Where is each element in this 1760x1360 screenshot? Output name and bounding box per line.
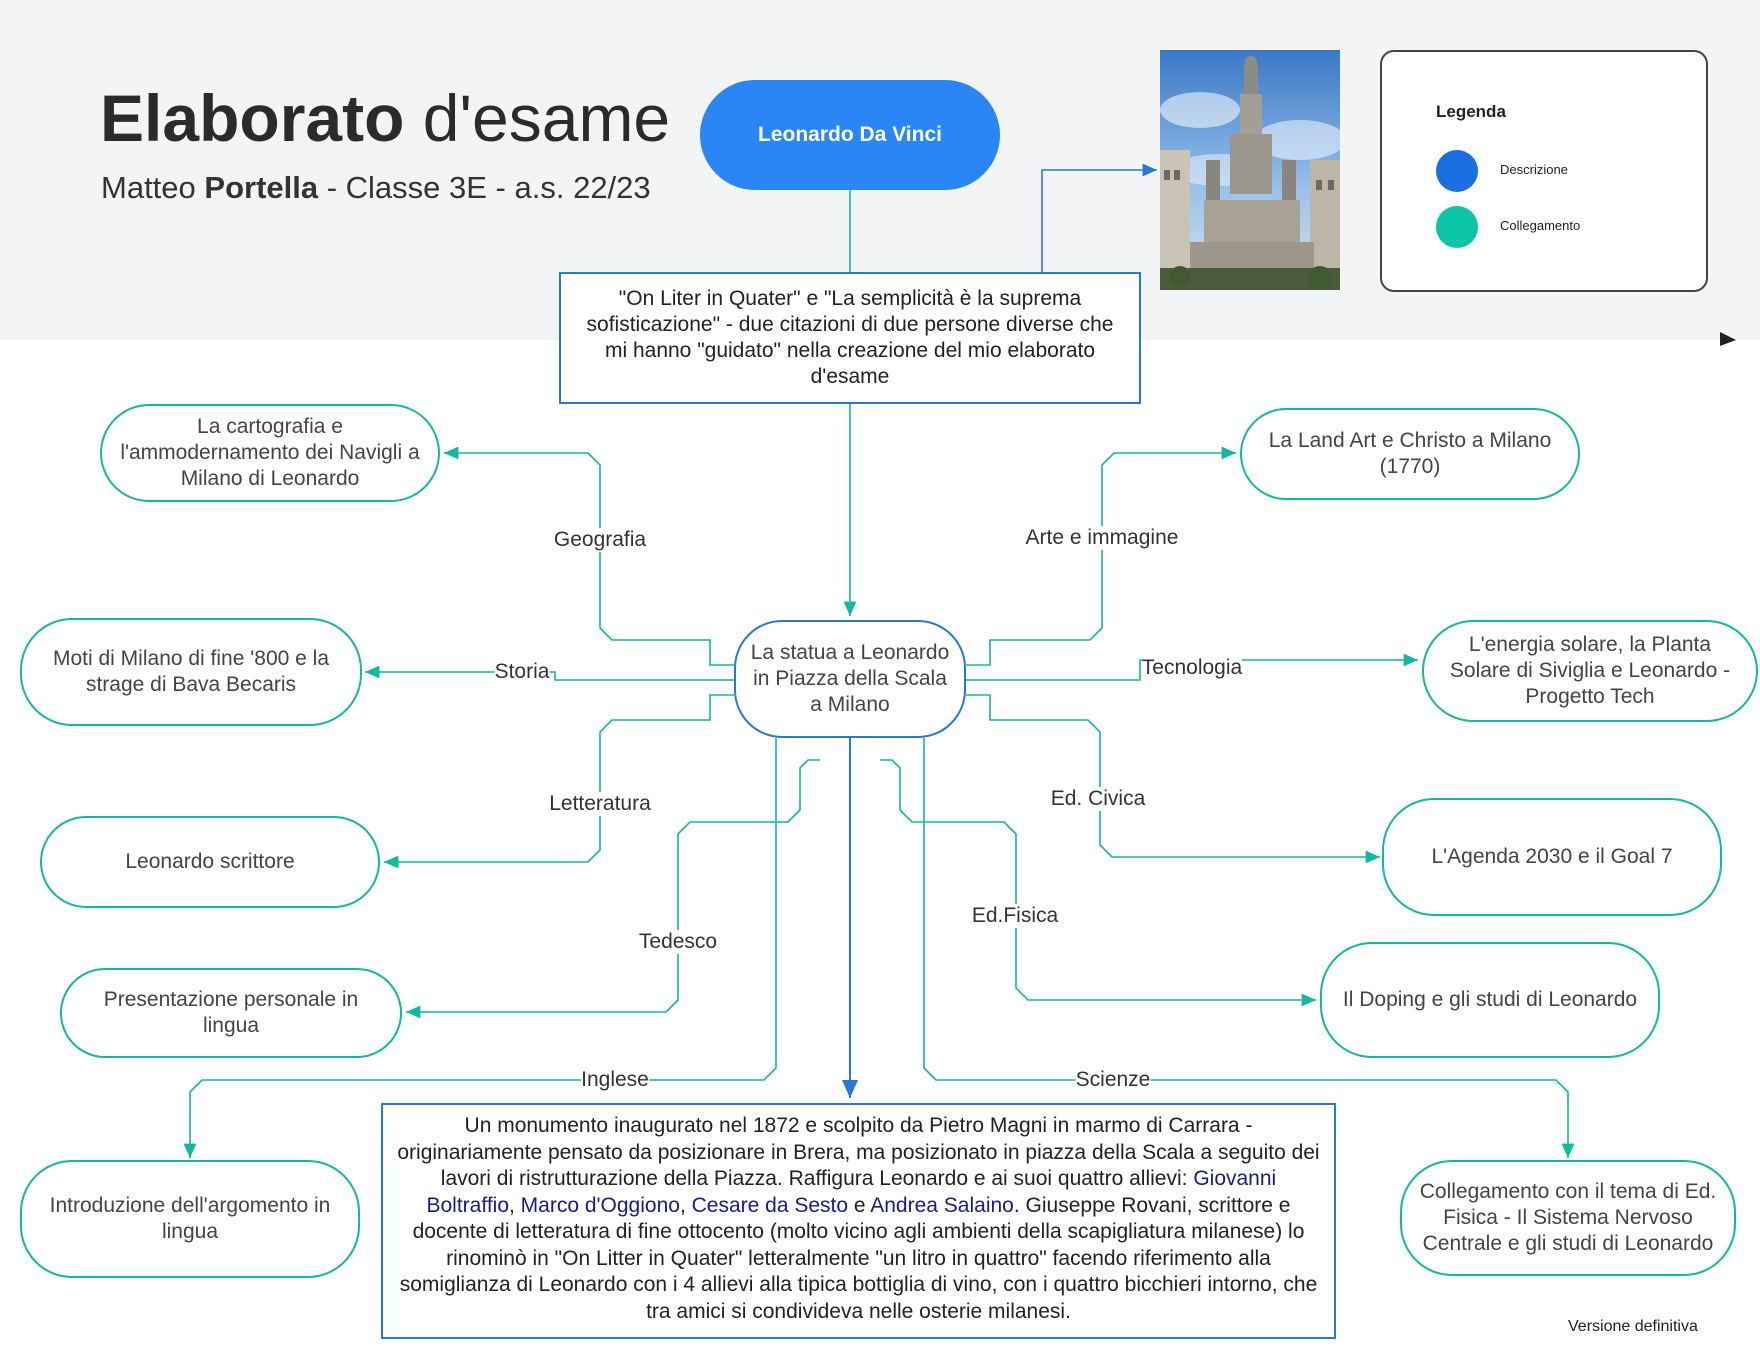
topic-inglese: Introduzione dell'argomento in lingua — [20, 1160, 360, 1278]
description-sep-1: , — [509, 1193, 521, 1217]
legend-swatch-descrizione — [1436, 150, 1478, 192]
topic-storia: Moti di Milano di fine '800 e la strage … — [20, 618, 362, 726]
pupil-link-salaino[interactable]: Andrea Salaino — [870, 1194, 1014, 1217]
page-edge-arrow — [1720, 332, 1736, 346]
label-arte: Arte e immagine — [1025, 526, 1179, 550]
center-node: La statua a Leonardo in Piazza della Sca… — [734, 620, 966, 738]
legend-title: Legenda — [1436, 102, 1506, 121]
topic-scienze: Collegamento con il tema di Ed. Fisica -… — [1400, 1160, 1736, 1276]
topic-geografia: La cartografia e l'ammodernamento dei Na… — [100, 404, 440, 502]
root-node: Leonardo Da Vinci — [700, 80, 1000, 190]
label-storia: Storia — [494, 660, 550, 684]
description-sep-3: e — [848, 1193, 871, 1217]
label-civica: Ed. Civica — [1050, 787, 1146, 811]
link-geografia — [444, 446, 734, 666]
label-geografia: Geografia — [553, 528, 647, 552]
topic-arte: La Land Art e Christo a Milano (1770) — [1240, 408, 1580, 500]
topic-tedesco: Presentazione personale in lingua — [60, 968, 402, 1058]
label-inglese: Inglese — [581, 1068, 649, 1092]
description-text-1: Un monumento inaugurato nel 1872 e scolp… — [397, 1114, 1320, 1190]
legend-label-collegamento: Collegamento — [1500, 218, 1581, 233]
label-tedesco: Tedesco — [638, 930, 718, 954]
description-sep-2: , — [679, 1193, 692, 1217]
link-letteratura — [384, 694, 734, 869]
version-footer: Versione definitiva — [1568, 1318, 1698, 1335]
topic-fisica: Il Doping e gli studi di Leonardo — [1320, 942, 1660, 1058]
label-scienze: Scienze — [1075, 1068, 1151, 1092]
quote-box: "On Liter in Quater" e "La semplicità è … — [559, 272, 1141, 404]
link-civica — [966, 694, 1380, 864]
pupil-link-oggiono[interactable]: Marco d'Oggiono — [521, 1194, 680, 1217]
legend-panel: Legenda Descrizione Collegamento — [1380, 50, 1708, 292]
link-quote-photo — [1041, 163, 1157, 272]
legend-swatch-collegamento — [1436, 206, 1478, 248]
link-arte — [966, 446, 1236, 666]
topic-letteratura: Leonardo scrittore — [40, 816, 380, 908]
topic-civica: L'Agenda 2030 e il Goal 7 — [1382, 798, 1722, 916]
description-box: Un monumento inaugurato nel 1872 e scolp… — [381, 1103, 1336, 1339]
legend-label-descrizione: Descrizione — [1500, 162, 1568, 177]
statue-photo — [1160, 50, 1340, 290]
pupil-link-sesto[interactable]: Cesare da Sesto — [692, 1194, 848, 1217]
topic-tecnologia: L'energia solare, la Planta Solare di Si… — [1422, 620, 1758, 722]
label-fisica: Ed.Fisica — [971, 904, 1059, 928]
label-letteratura: Letteratura — [549, 792, 651, 816]
label-tecnologia: Tecnologia — [1141, 656, 1243, 680]
